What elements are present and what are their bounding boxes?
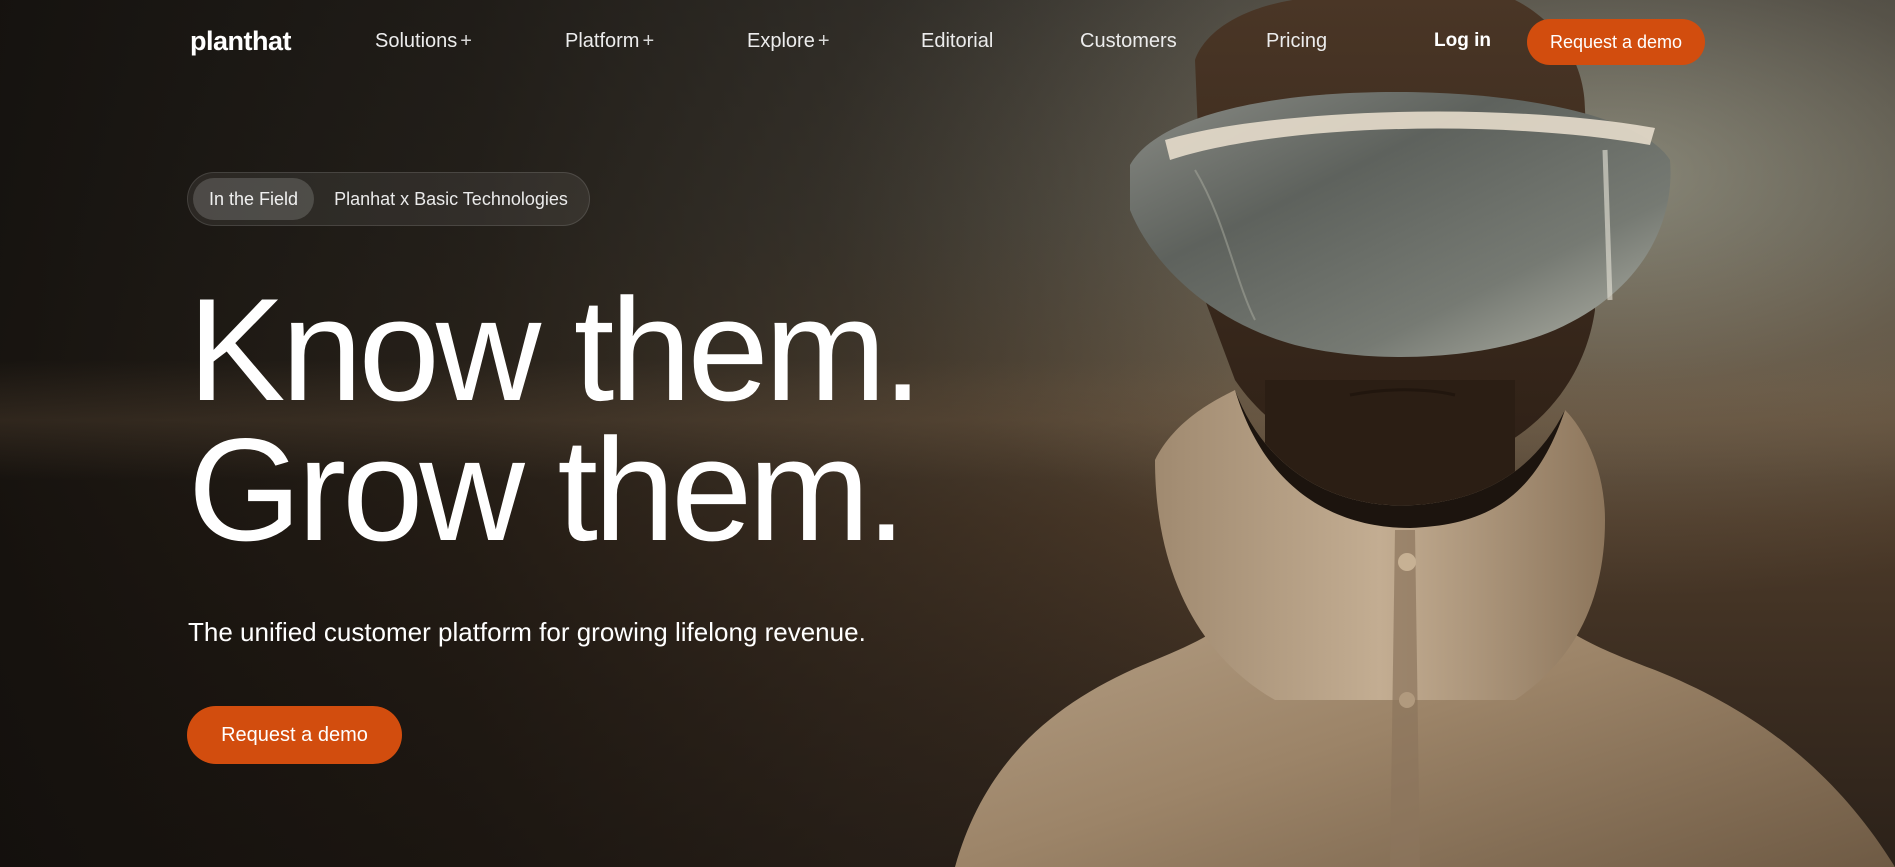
nav-item-label: Explore <box>747 30 815 52</box>
hero-figure-image <box>955 0 1895 867</box>
plus-icon: + <box>642 30 655 52</box>
nav-item-solutions[interactable]: Solutions + <box>375 30 472 53</box>
announcement-text: Planhat x Basic Technologies <box>334 188 568 209</box>
nav-item-explore[interactable]: Explore + <box>747 30 830 53</box>
headline-line-1: Know them. <box>188 268 923 431</box>
nav-item-label: Pricing <box>1266 30 1328 52</box>
nav-item-label: Solutions <box>375 30 458 52</box>
request-demo-button[interactable]: Request a demo <box>1527 19 1705 65</box>
nav-item-editorial[interactable]: Editorial <box>921 30 993 53</box>
planhat-logo[interactable]: planthat <box>190 26 292 57</box>
nav-item-label: Editorial <box>921 30 994 52</box>
nav-item-pricing[interactable]: Pricing <box>1266 30 1327 53</box>
plus-icon: + <box>460 30 472 52</box>
announcement-tag: In the Field <box>193 178 315 220</box>
nav-item-label: Platform <box>565 30 640 52</box>
hero-headline: Know them. Grow them. <box>188 268 923 571</box>
plus-icon: + <box>817 30 830 52</box>
announcement-pill[interactable]: In the Field Planhat x Basic Technologie… <box>187 172 590 226</box>
top-navigation: planthat Solutions + Platform + Explore + E… <box>0 0 1895 86</box>
hero-subtitle: The unified customer platform for growin… <box>188 617 866 647</box>
nav-item-label: Customers <box>1080 30 1177 52</box>
hero-request-demo-button[interactable]: Request a demo <box>187 706 402 764</box>
nav-item-customers[interactable]: Customers <box>1080 30 1177 53</box>
nav-item-platform[interactable]: Platform + <box>565 30 654 53</box>
headline-line-2: Grow them. <box>188 408 907 571</box>
login-link[interactable]: Log in <box>1434 30 1491 52</box>
